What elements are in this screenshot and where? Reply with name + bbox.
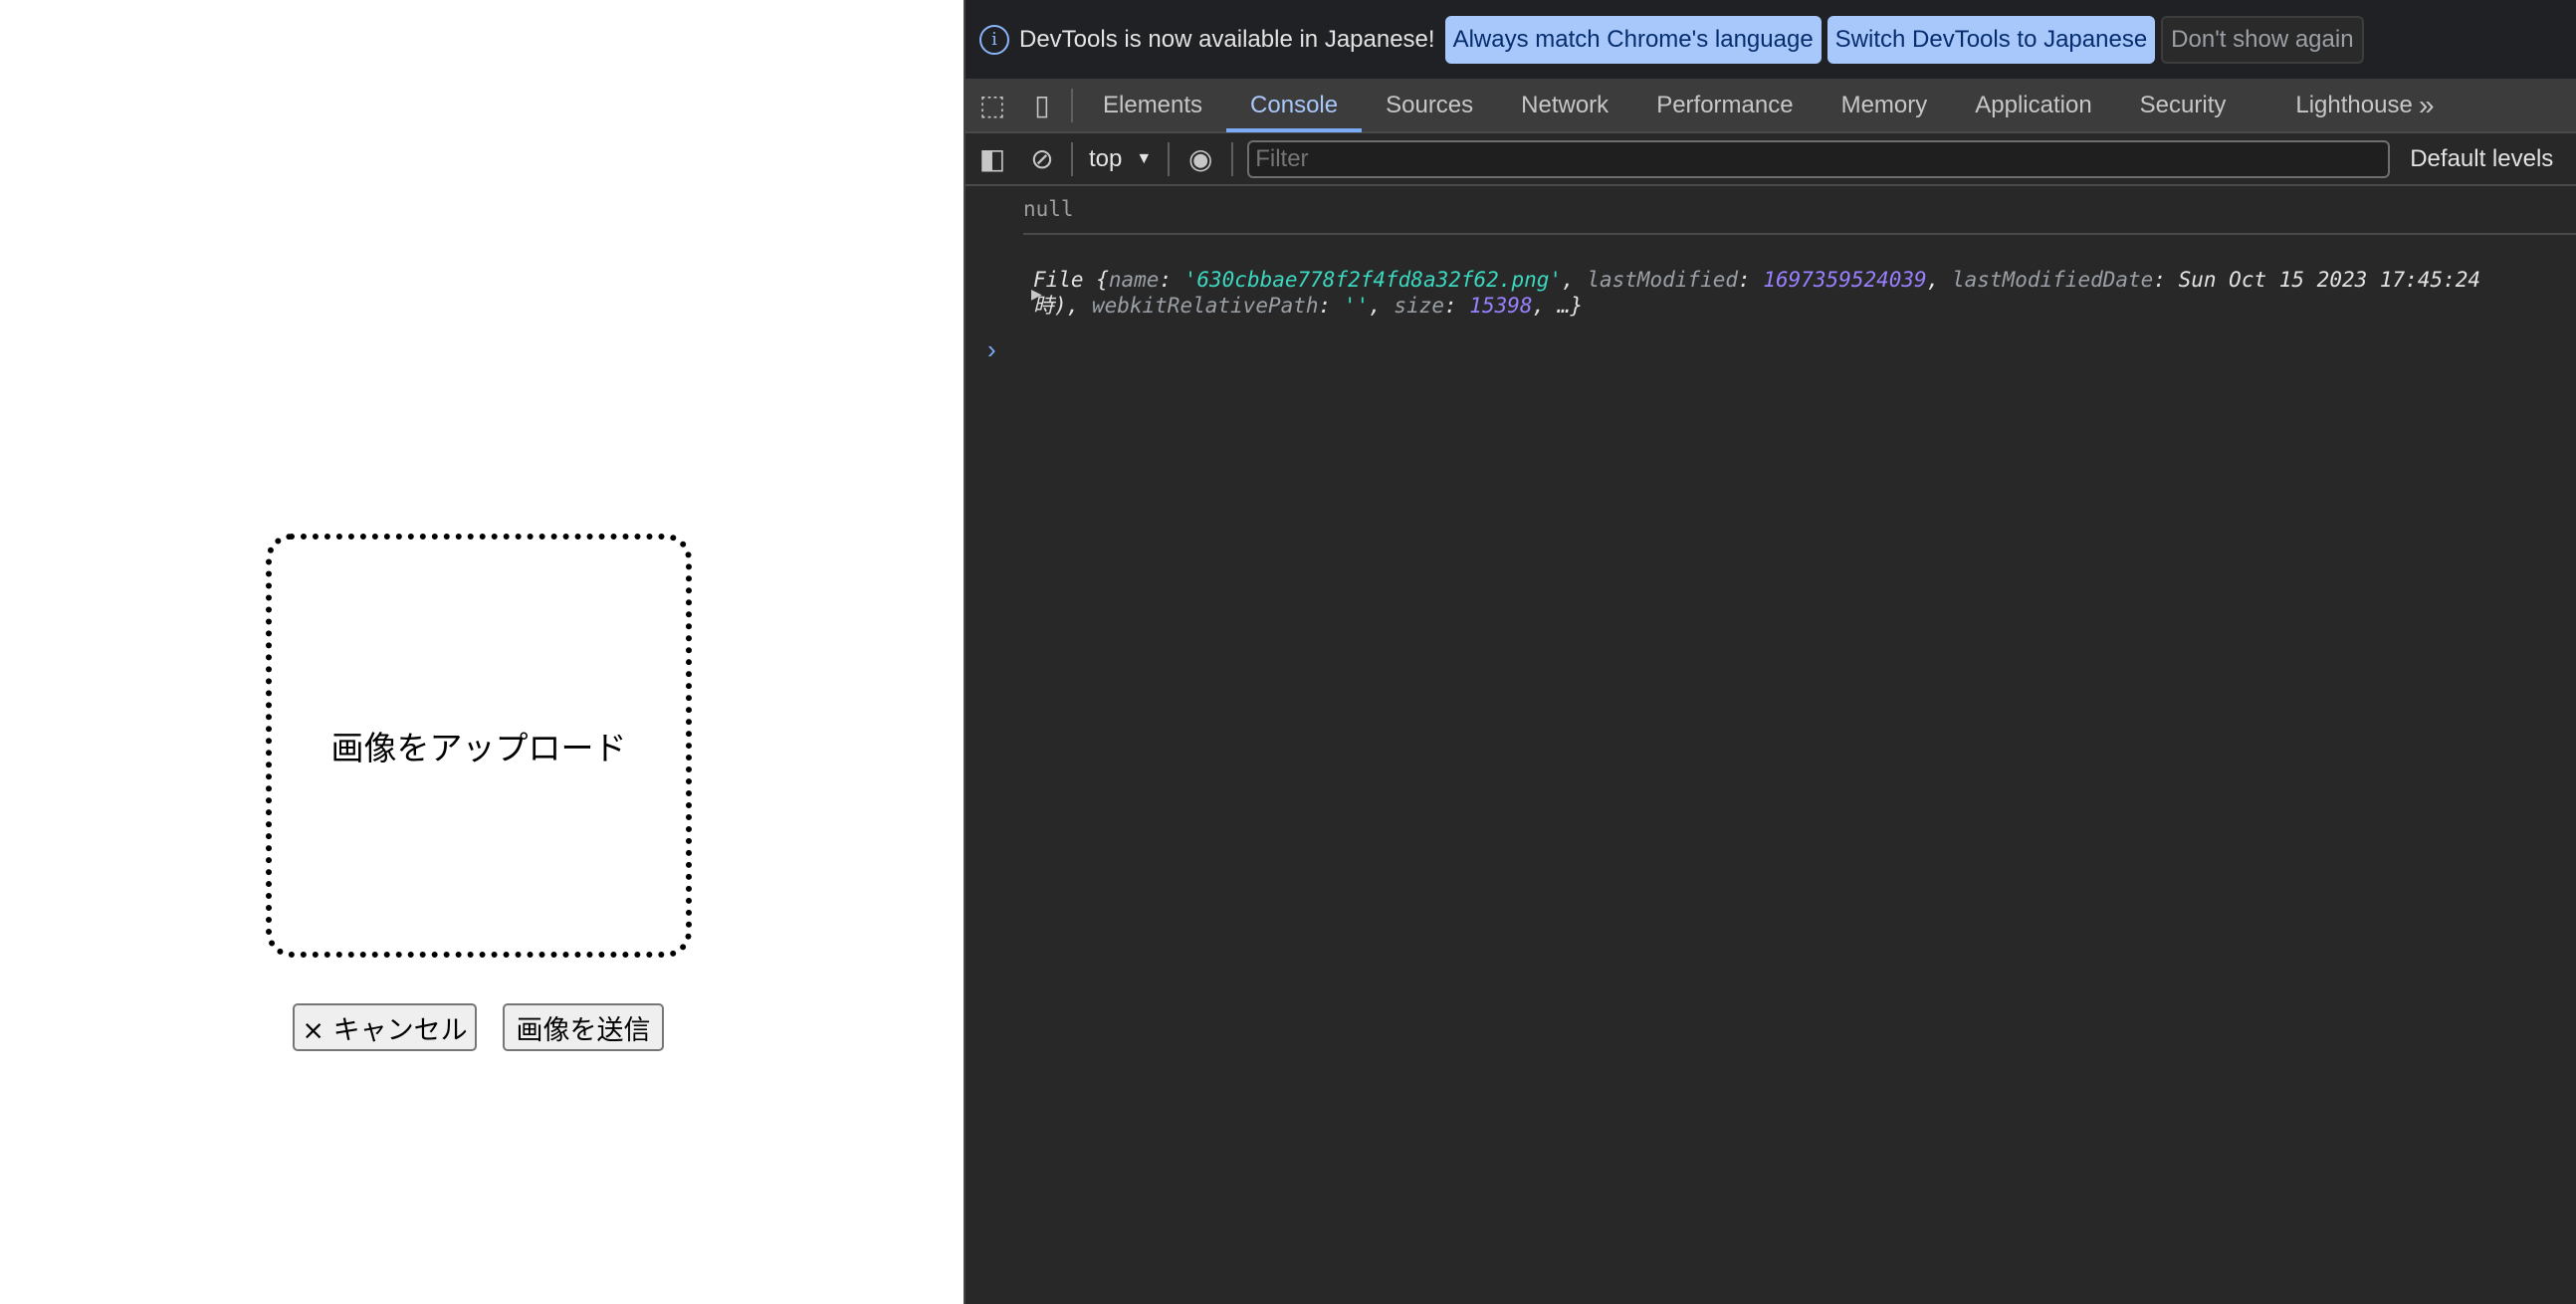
null-text: null <box>1023 197 1074 221</box>
context-selector[interactable]: top ▼ <box>1079 145 1162 173</box>
file-suffix: , …} <box>1532 294 1584 318</box>
value-lastmodifieddate: Sun Oct 15 2023 17:45:24 <box>2178 268 2481 292</box>
divider <box>1168 141 1171 176</box>
divider <box>1071 88 1073 122</box>
infobar-message: DevTools is now available in Japanese! <box>1019 25 1435 53</box>
value-name: '630cbbae778f2f4fd8a32f62.png' <box>1183 268 1563 292</box>
key-size: size <box>1394 294 1444 318</box>
inspect-element-icon[interactable]: ⬚ <box>966 78 1019 132</box>
date-continuation: 時), <box>1033 294 1080 318</box>
image-upload-dropzone[interactable]: 画像をアップロード <box>266 534 692 958</box>
send-image-button[interactable]: 画像を送信 <box>503 1003 664 1051</box>
key-name: name <box>1108 268 1160 292</box>
console-toolbar: ◧ ⊘ top ▼ ◉ Default levels <box>966 133 2576 186</box>
switch-to-japanese-button[interactable]: Switch DevTools to Japanese <box>1826 15 2156 64</box>
key-webkitrelativepath: webkitRelativePath <box>1091 294 1319 318</box>
tab-performance[interactable]: Performance <box>1632 78 1817 132</box>
web-page: 画像をアップロード × キャンセル 画像を送信 <box>0 0 964 1304</box>
sidebar-toggle-icon[interactable]: ◧ <box>966 131 1019 186</box>
value-lastmodified: 1697359524039 <box>1763 268 1927 292</box>
tab-elements[interactable]: Elements <box>1079 78 1226 132</box>
clear-console-icon[interactable]: ⊘ <box>1019 131 1065 186</box>
divider <box>1231 141 1234 176</box>
value-size: 15398 <box>1469 294 1533 318</box>
value-webkitrelativepath: '' <box>1343 294 1370 318</box>
context-value: top <box>1089 144 1123 172</box>
devtools-panel: i DevTools is now available in Japanese!… <box>964 0 2576 1304</box>
language-infobar: i DevTools is now available in Japanese!… <box>966 0 2576 79</box>
info-icon: i <box>979 24 1009 55</box>
always-match-language-button[interactable]: Always match Chrome's language <box>1444 15 1822 64</box>
tab-network[interactable]: Network <box>1497 78 1632 132</box>
divider <box>1071 141 1073 176</box>
console-message-file-object[interactable]: File {name: '630cbbae778f2f4fd8a32f62.pn… <box>1033 267 2576 319</box>
devtools-tab-bar: ⬚ ▯ Elements Console Sources Network Per… <box>966 79 2576 133</box>
more-tabs-chevron-icon[interactable]: » <box>2417 78 2437 132</box>
console-prompt-chevron-icon[interactable]: › <box>987 334 996 365</box>
dropzone-label: 画像をアップロード <box>330 730 627 766</box>
dropdown-arrow-icon: ▼ <box>1136 149 1153 167</box>
key-lastmodified: lastModified <box>1587 268 1739 292</box>
file-prefix: File { <box>1033 268 1109 292</box>
tab-console[interactable]: Console <box>1226 78 1362 132</box>
console-filter-input[interactable] <box>1247 139 2391 178</box>
tab-security[interactable]: Security <box>2116 78 2272 132</box>
console-message-null: null <box>1023 185 2576 235</box>
tab-lighthouse[interactable]: Lighthouse <box>2271 78 2436 132</box>
key-lastmodifieddate: lastModifiedDate <box>1952 268 2154 292</box>
live-expression-eye-icon[interactable]: ◉ <box>1176 131 1225 186</box>
tab-memory[interactable]: Memory <box>1818 78 1952 132</box>
cancel-button[interactable]: × キャンセル <box>293 1003 477 1051</box>
device-toolbar-icon[interactable]: ▯ <box>1019 78 1065 132</box>
log-levels-dropdown[interactable]: Default levels <box>2410 145 2553 173</box>
dont-show-again-button[interactable]: Don't show again <box>2161 15 2364 64</box>
tab-sources[interactable]: Sources <box>1362 78 1497 132</box>
tab-application[interactable]: Application <box>1951 78 2115 132</box>
